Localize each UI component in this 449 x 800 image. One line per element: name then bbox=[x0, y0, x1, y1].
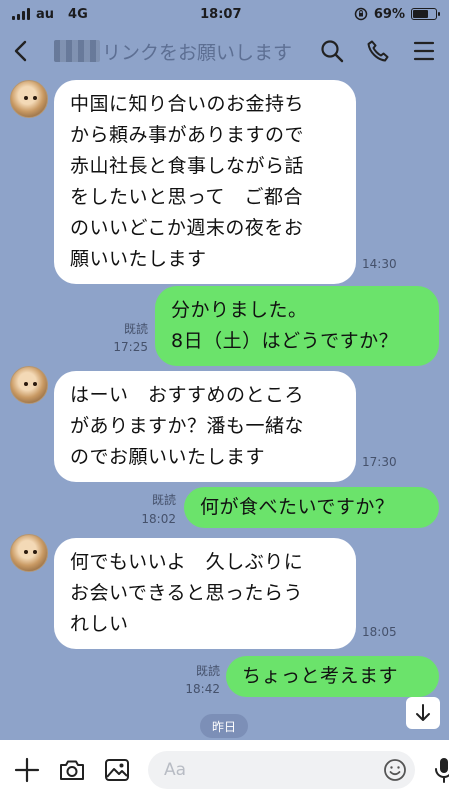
message-time: 17:25 bbox=[113, 340, 148, 354]
plus-icon bbox=[14, 757, 40, 783]
contact-name-blurred bbox=[54, 40, 100, 62]
message-line: から頼み事がありますので bbox=[70, 124, 305, 146]
message-line: をしたいと思って ご都合 bbox=[70, 186, 304, 208]
arrow-down-icon bbox=[416, 704, 430, 721]
read-receipt: 既読 bbox=[195, 664, 220, 678]
battery-percent: 69% bbox=[373, 6, 405, 22]
network-label: 4G bbox=[68, 6, 88, 22]
image-icon bbox=[105, 759, 129, 781]
camera-button[interactable] bbox=[58, 755, 86, 785]
message-bubble-incoming[interactable]: 中国に知り合いのお金持ち から頼み事がありますので 赤山社長と食事しながら話 を… bbox=[54, 80, 356, 284]
back-icon bbox=[14, 40, 27, 62]
search-icon bbox=[321, 40, 344, 63]
message-time: 18:42 bbox=[185, 682, 220, 696]
read-receipt: 既読 bbox=[123, 322, 148, 336]
input-toolbar bbox=[0, 740, 449, 800]
camera-icon bbox=[60, 760, 84, 780]
message-input-box[interactable] bbox=[148, 751, 415, 789]
message-line: 何が食べたいですか？ bbox=[200, 496, 395, 518]
contact-avatar[interactable] bbox=[10, 534, 48, 572]
photo-button[interactable] bbox=[104, 755, 130, 785]
message-time: 17:30 bbox=[362, 455, 397, 469]
scroll-to-bottom-button[interactable] bbox=[406, 697, 440, 729]
message-bubble-outgoing[interactable]: ちょっと考えます bbox=[226, 656, 439, 697]
chat-header: リンクをお願いします bbox=[0, 28, 449, 74]
add-button[interactable] bbox=[14, 755, 40, 785]
message-bubble-incoming[interactable]: 何でもいいよ 久しぶりに お会いできると思ったらう れしい bbox=[54, 538, 356, 649]
emoji-icon[interactable] bbox=[383, 758, 407, 782]
message-bubble-incoming[interactable]: はーい おすすめのところ がありますか？潘も一緒な のでお願いいたします bbox=[54, 371, 356, 482]
contact-avatar[interactable] bbox=[10, 80, 48, 118]
message-line: のでお願いいたします bbox=[70, 446, 266, 468]
message-line: 8日（土）はどうですか？ bbox=[171, 330, 399, 352]
status-left: au 4G bbox=[12, 7, 88, 22]
message-line: 分かりました。 bbox=[171, 299, 308, 321]
call-button[interactable] bbox=[365, 38, 391, 64]
battery-icon bbox=[410, 8, 440, 20]
message-time: 14:30 bbox=[362, 257, 397, 271]
status-right: 69% bbox=[354, 6, 440, 22]
message-input[interactable] bbox=[164, 760, 383, 780]
message-line: がありますか？潘も一緒な bbox=[70, 415, 305, 437]
orientation-lock-icon bbox=[354, 7, 368, 21]
message-line: 何でもいいよ 久しぶりに bbox=[70, 551, 304, 573]
message-bubble-outgoing[interactable]: 分かりました。 8日（土）はどうですか？ bbox=[155, 286, 439, 366]
contact-avatar[interactable] bbox=[10, 366, 48, 404]
message-bubble-outgoing[interactable]: 何が食べたいですか？ bbox=[184, 487, 439, 528]
message-line: 願いいたします bbox=[70, 248, 207, 270]
message-time: 18:02 bbox=[141, 512, 176, 526]
read-receipt: 既読 bbox=[151, 493, 176, 507]
signal-icon bbox=[12, 8, 30, 20]
date-separator: 昨日 bbox=[200, 714, 249, 738]
menu-button[interactable] bbox=[411, 38, 437, 64]
message-line: お会いできると思ったらう bbox=[70, 582, 304, 604]
message-time: 18:05 bbox=[362, 625, 397, 639]
voice-button[interactable] bbox=[433, 755, 449, 785]
carrier-label: au bbox=[36, 6, 55, 22]
status-bar: au 4G 18:07 69% bbox=[0, 0, 449, 28]
clock: 18:07 bbox=[200, 6, 242, 22]
chat-title: リンクをお願いします bbox=[102, 41, 293, 64]
phone-icon bbox=[367, 40, 389, 62]
search-button[interactable] bbox=[319, 38, 345, 64]
message-line: 赤山社長と食事しながら話 bbox=[70, 155, 305, 177]
message-line: ちょっと考えます bbox=[242, 665, 399, 687]
message-line: れしい bbox=[70, 613, 129, 635]
message-line: 中国に知り合いのお金持ち bbox=[70, 93, 305, 115]
message-line: のいいどこか週末の夜をお bbox=[70, 217, 304, 239]
back-button[interactable] bbox=[12, 37, 40, 65]
menu-icon bbox=[413, 41, 435, 61]
message-line: はーい おすすめのところ bbox=[70, 384, 305, 406]
mic-icon bbox=[435, 758, 449, 783]
